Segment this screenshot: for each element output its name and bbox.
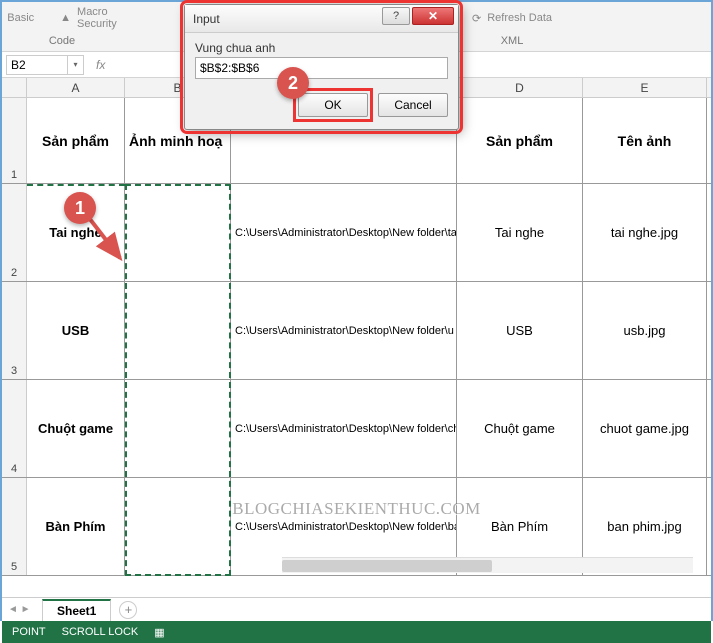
dialog-range-input[interactable] bbox=[195, 57, 448, 79]
code-group-label: Code bbox=[49, 35, 75, 49]
table-row: 4 Chuột game C:\Users\Administrator\Desk… bbox=[2, 380, 711, 478]
dialog-help-button[interactable]: ? bbox=[382, 7, 410, 25]
cell[interactable] bbox=[125, 282, 231, 379]
basic-label: Basic bbox=[7, 12, 34, 24]
cell-a1[interactable]: Sản phẩm bbox=[27, 98, 125, 183]
refresh-data-label[interactable]: Refresh Data bbox=[487, 12, 552, 24]
name-box[interactable]: B2 bbox=[6, 55, 68, 75]
sheet-tab-sheet1[interactable]: Sheet1 bbox=[42, 599, 111, 621]
cell[interactable]: Tai nghe bbox=[457, 184, 583, 281]
cell[interactable]: Bàn Phím bbox=[27, 478, 125, 575]
cell[interactable]: USB bbox=[27, 282, 125, 379]
annotation-marker-1: 1 bbox=[64, 192, 96, 224]
row-header[interactable]: 4 bbox=[2, 380, 27, 477]
cell[interactable]: C:\Users\Administrator\Desktop\New folde… bbox=[231, 380, 457, 477]
cell[interactable]: tai nghe.jpg bbox=[583, 184, 707, 281]
cell[interactable]: USB bbox=[457, 282, 583, 379]
col-header-d[interactable]: D bbox=[457, 78, 583, 97]
dialog-field-label: Vung chua anh bbox=[195, 41, 448, 55]
status-bar: POINT SCROLL LOCK ▦ bbox=[2, 621, 711, 643]
cancel-button[interactable]: Cancel bbox=[378, 93, 448, 117]
dialog-titlebar[interactable]: Input ? ✕ bbox=[185, 5, 458, 33]
tab-nav[interactable]: ◄ ► bbox=[8, 604, 31, 615]
macro-security-label[interactable]: Macro Security bbox=[77, 6, 117, 30]
dialog-close-button[interactable]: ✕ bbox=[412, 7, 454, 25]
cell[interactable] bbox=[125, 184, 231, 281]
cell[interactable]: Chuột game bbox=[457, 380, 583, 477]
scrollbar-horizontal[interactable] bbox=[282, 557, 693, 573]
macro-record-icon[interactable]: ▦ bbox=[154, 626, 164, 639]
cell[interactable] bbox=[125, 380, 231, 477]
cell[interactable]: Chuột game bbox=[27, 380, 125, 477]
xml-group-label: XML bbox=[501, 35, 524, 49]
grid-rows: 1 Sản phẩm Ảnh minh hoạ Sản phẩm Tên ảnh… bbox=[2, 98, 711, 576]
cell[interactable]: usb.jpg bbox=[583, 282, 707, 379]
cell[interactable]: C:\Users\Administrator\Desktop\New folde… bbox=[231, 184, 457, 281]
add-sheet-button[interactable]: + bbox=[119, 601, 137, 619]
annotation-marker-2: 2 bbox=[277, 67, 309, 99]
input-dialog: Input ? ✕ Vung chua anh OK Cancel 2 bbox=[184, 4, 459, 130]
status-scroll-lock: SCROLL LOCK bbox=[62, 626, 139, 638]
macro-security-icon: ▲ bbox=[60, 12, 71, 24]
col-header-a[interactable]: A bbox=[27, 78, 125, 97]
refresh-icon: ⟳ bbox=[472, 12, 481, 25]
name-box-dropdown[interactable]: ▾ bbox=[68, 55, 84, 75]
row-header-1[interactable]: 1 bbox=[2, 98, 27, 183]
row-header[interactable]: 2 bbox=[2, 184, 27, 281]
status-mode: POINT bbox=[12, 626, 46, 638]
worksheet[interactable]: A B C D E 1 Sản phẩm Ảnh minh hoạ Sản ph… bbox=[2, 78, 711, 597]
select-all-corner[interactable] bbox=[2, 78, 27, 97]
scrollbar-thumb[interactable] bbox=[282, 560, 492, 572]
sheet-tabs: ◄ ► Sheet1 + bbox=[2, 597, 711, 621]
cell-e1[interactable]: Tên ảnh bbox=[583, 98, 707, 183]
row-header[interactable]: 5 bbox=[2, 478, 27, 575]
name-box-value: B2 bbox=[11, 58, 26, 72]
col-header-e[interactable]: E bbox=[583, 78, 707, 97]
cell-d1[interactable]: Sản phẩm bbox=[457, 98, 583, 183]
fx-icon[interactable]: fx bbox=[96, 58, 105, 72]
dialog-title: Input bbox=[193, 12, 220, 26]
row-header[interactable]: 3 bbox=[2, 282, 27, 379]
table-row: 3 USB C:\Users\Administrator\Desktop\New… bbox=[2, 282, 711, 380]
cell[interactable]: chuot game.jpg bbox=[583, 380, 707, 477]
ok-button[interactable]: OK bbox=[298, 93, 368, 117]
cell[interactable]: C:\Users\Administrator\Desktop\New folde… bbox=[231, 282, 457, 379]
cell[interactable] bbox=[125, 478, 231, 575]
